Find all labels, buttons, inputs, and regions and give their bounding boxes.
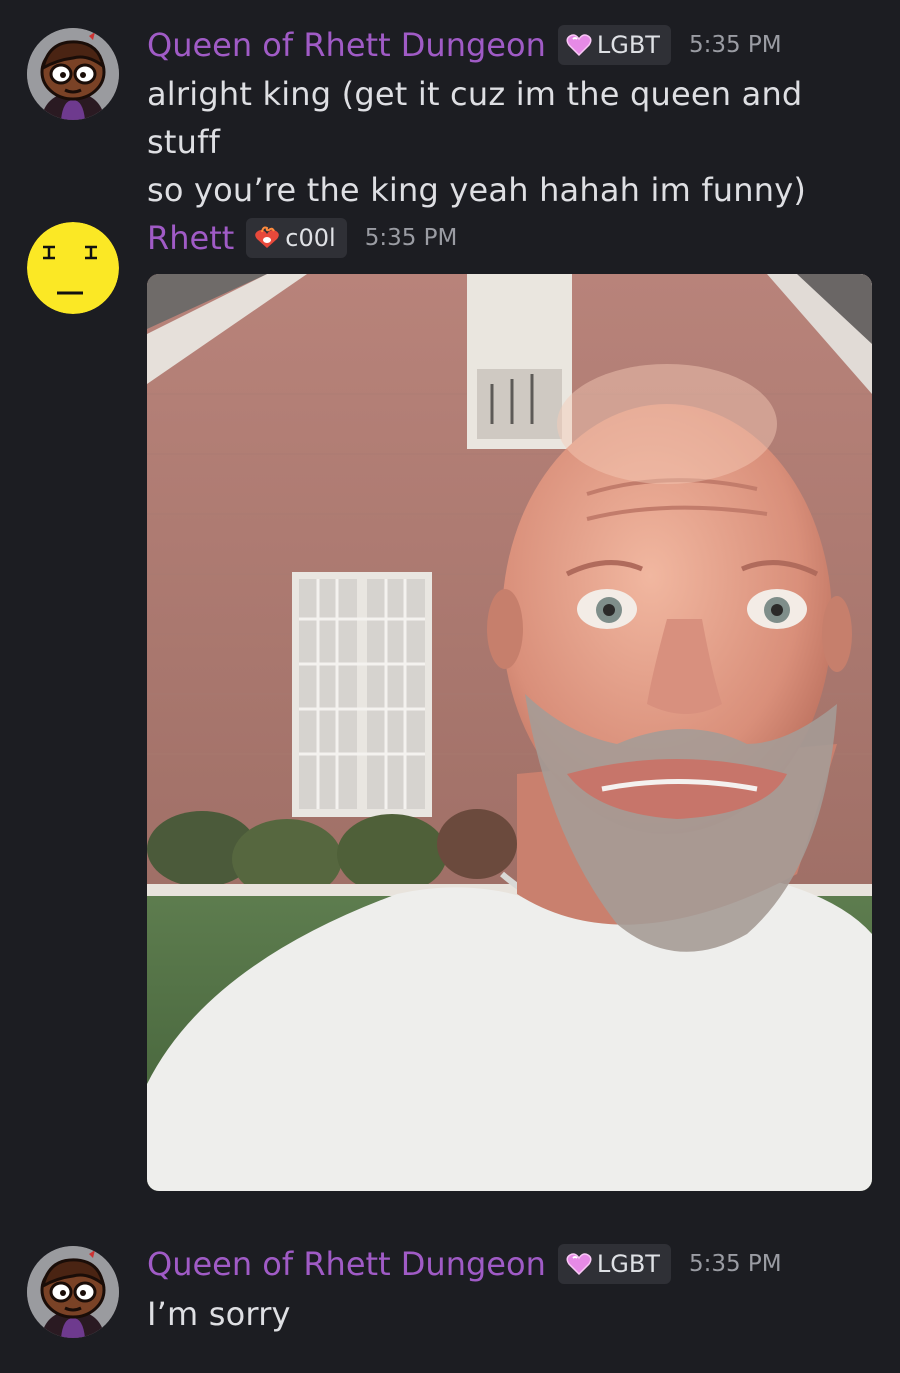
- pink-heart-icon: [566, 1253, 592, 1276]
- role-tag-label: LGBT: [596, 1250, 660, 1278]
- timestamp[interactable]: 5:35 PM: [689, 1244, 782, 1284]
- message-3: Queen of Rhett Dungeon LGBT 5:35 PM I’m …: [0, 1220, 900, 1373]
- role-tag-label: c00l: [285, 224, 336, 252]
- video-attachment[interactable]: [147, 274, 872, 1191]
- neutral-face-icon: [27, 222, 119, 314]
- cartoon-avatar-icon: [27, 28, 119, 120]
- message-line: alright king (get it cuz im the queen an…: [147, 75, 803, 161]
- role-tag[interactable]: LGBT: [557, 25, 671, 65]
- message-header: Rhett c00l 5:35 PM: [147, 218, 457, 258]
- username[interactable]: Rhett: [147, 218, 234, 258]
- message-header: Queen of Rhett Dungeon LGBT 5:35 PM: [147, 1244, 782, 1284]
- avatar-rhett[interactable]: [27, 222, 119, 314]
- fire-heart-icon: [255, 226, 280, 248]
- avatar-queen[interactable]: [27, 1246, 119, 1338]
- timestamp[interactable]: 5:35 PM: [365, 218, 458, 258]
- cartoon-avatar-icon: [27, 1246, 119, 1338]
- video-frame-image: [147, 274, 872, 1191]
- role-tag-label: LGBT: [596, 31, 660, 59]
- pink-heart-icon: [566, 34, 592, 57]
- username[interactable]: Queen of Rhett Dungeon: [147, 1244, 546, 1284]
- message-content: I’m sorry: [147, 1290, 877, 1338]
- message-header: Queen of Rhett Dungeon LGBT 5:35 PM: [147, 25, 782, 65]
- avatar-queen[interactable]: [27, 28, 119, 120]
- username[interactable]: Queen of Rhett Dungeon: [147, 25, 546, 65]
- message-content: alright king (get it cuz im the queen an…: [147, 70, 877, 214]
- role-tag[interactable]: LGBT: [557, 1244, 671, 1284]
- message-line: I’m sorry: [147, 1295, 291, 1333]
- chat-log: Queen of Rhett Dungeon LGBT 5:35 PM alri…: [0, 0, 900, 1373]
- timestamp[interactable]: 5:35 PM: [689, 25, 782, 65]
- message-1: Queen of Rhett Dungeon LGBT 5:35 PM alri…: [0, 0, 900, 209]
- role-tag[interactable]: c00l: [246, 218, 347, 258]
